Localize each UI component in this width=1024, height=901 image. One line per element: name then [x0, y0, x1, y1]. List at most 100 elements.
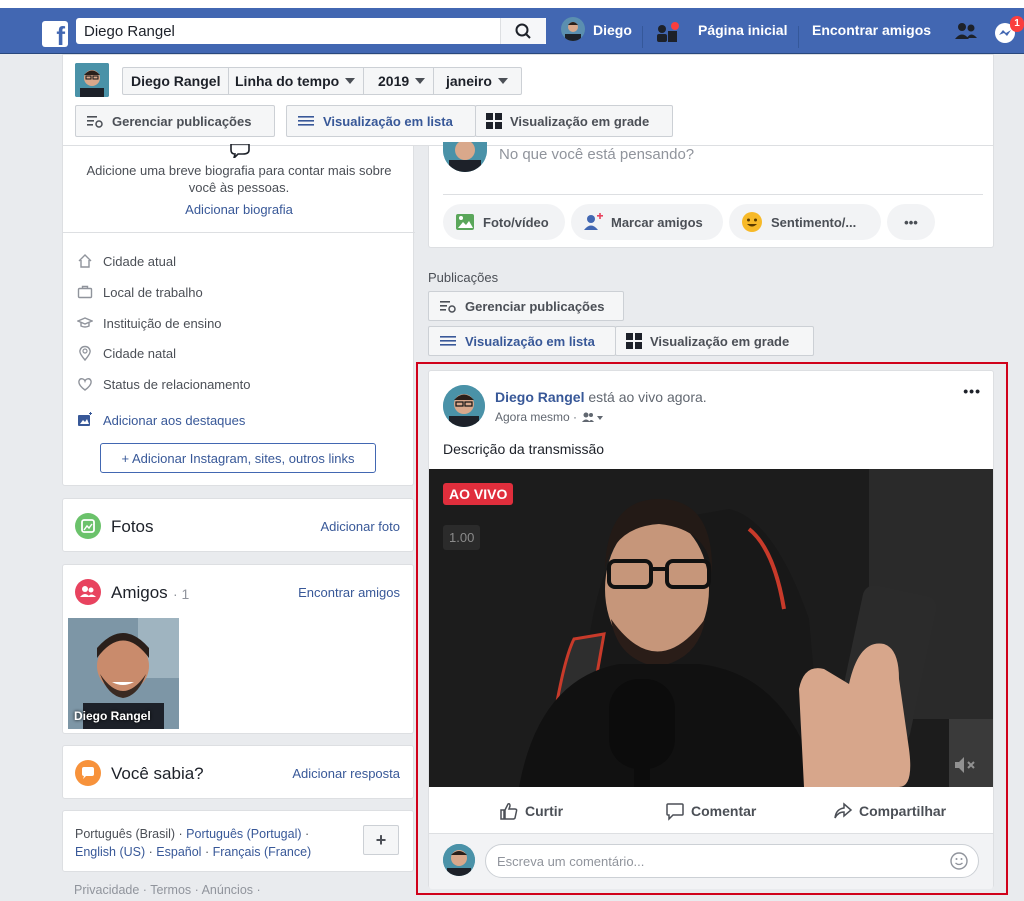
timeline-selector[interactable]: Linha do tempo	[227, 68, 365, 94]
commenter-avatar	[443, 844, 475, 876]
add-photo-link[interactable]: Adicionar foto	[321, 519, 401, 534]
profile-thumbnail[interactable]	[75, 63, 109, 97]
avatar-face-icon	[443, 142, 487, 172]
intro-card: Adicione uma breve biografia para contar…	[62, 144, 415, 486]
intro-school[interactable]: Instituição de ensino	[77, 315, 222, 331]
year-selector[interactable]: 2019	[370, 68, 435, 94]
nav-divider	[798, 26, 799, 48]
intro-divider	[63, 232, 415, 233]
intro-hometown[interactable]: Cidade natal	[77, 345, 176, 361]
friend-tile[interactable]: Diego Rangel	[68, 618, 179, 729]
playback-speed[interactable]: 1.00	[443, 525, 481, 550]
nav-user-name[interactable]: Diego	[593, 22, 632, 38]
messenger-badge: 1	[1010, 16, 1024, 32]
list-icon	[298, 116, 314, 126]
add-answer-link[interactable]: Adicionar resposta	[292, 766, 400, 781]
live-video-player[interactable]: AO VIVO 1.00	[429, 469, 993, 787]
composer-input[interactable]: No que você está pensando?	[499, 146, 694, 163]
language-link[interactable]: Español	[156, 845, 201, 859]
post-options-button[interactable]: •••	[963, 383, 981, 399]
search-button[interactable]	[500, 18, 546, 44]
language-link[interactable]: English (US)	[75, 845, 145, 859]
add-language-button[interactable]: +	[363, 825, 399, 855]
intro-workplace[interactable]: Local de trabalho	[77, 284, 203, 300]
friend-name: Diego Rangel	[74, 709, 151, 723]
tag-friends-button[interactable]: Marcar amigos	[571, 204, 723, 240]
month-selector[interactable]: janeiro	[438, 68, 516, 94]
post-status: está ao vivo agora.	[588, 389, 707, 405]
grid-view-button[interactable]: Visualização em grade	[475, 105, 673, 137]
composer-divider	[443, 194, 983, 195]
comment-input[interactable]: Escreva um comentário...	[485, 844, 979, 878]
post-description: Descrição da transmissão	[443, 441, 605, 457]
home-icon	[78, 254, 92, 268]
timeline-navigation: Diego Rangel Linha do tempo 2019 janeiro	[122, 67, 522, 95]
comment-icon	[666, 803, 684, 821]
list-icon	[440, 336, 456, 346]
intro-current-city[interactable]: Cidade atual	[77, 253, 176, 269]
friends-count: · 1	[173, 586, 190, 602]
nav-find-friends[interactable]: Encontrar amigos	[812, 22, 931, 38]
current-language: Português (Brasil) ·	[75, 827, 183, 841]
friends-card: Amigos · 1 Encontrar amigos Diego Rangel	[62, 564, 414, 734]
search-input[interactable]	[76, 18, 496, 44]
composer-avatar[interactable]	[443, 142, 487, 172]
avatar-face-icon	[443, 385, 485, 427]
language-list: Português (Brasil) · Português (Portugal…	[75, 827, 312, 859]
composer-more-button[interactable]: •••	[887, 204, 935, 240]
post-timestamp[interactable]: Agora mesmo ·	[495, 410, 577, 424]
audience-friends-icon[interactable]	[581, 411, 605, 423]
manage-posts-button[interactable]: Gerenciar publicações	[75, 105, 275, 137]
manage-posts-icon	[87, 116, 103, 128]
add-links-button[interactable]: + Adicionar Instagram, sites, outros lin…	[100, 443, 376, 473]
comment-button[interactable]: Comentar	[665, 801, 756, 821]
search-box[interactable]	[76, 18, 546, 44]
language-link[interactable]: Français (France)	[213, 845, 312, 859]
post-author-avatar[interactable]	[443, 385, 485, 427]
profile-photo-icon	[75, 63, 109, 97]
friends-icon	[75, 579, 101, 605]
top-navigation-bar: f Diego Página inicial Encontrar amigos …	[0, 8, 1024, 54]
post-author-link[interactable]: Diego Rangel	[495, 389, 584, 405]
did-you-know-card: Você sabia? Adicionar resposta	[62, 745, 414, 799]
thumbs-up-icon	[500, 803, 518, 820]
chevron-down-icon	[345, 78, 356, 84]
publications-label: Publicações	[428, 270, 499, 285]
find-friends-link[interactable]: Encontrar amigos	[298, 585, 400, 600]
profile-name-selector[interactable]: Diego Rangel	[123, 68, 230, 94]
photo-video-button[interactable]: Foto/vídeo	[443, 204, 565, 240]
facebook-logo[interactable]: f	[42, 21, 68, 49]
grid-icon	[486, 113, 502, 129]
did-you-know-title: Você sabia?	[111, 764, 204, 783]
manage-posts-button[interactable]: Gerenciar publicações	[428, 291, 624, 321]
emoji-icon[interactable]	[950, 852, 968, 870]
live-post: Diego Rangel está ao vivo agora. Agora m…	[428, 370, 994, 889]
manage-posts-icon	[440, 301, 456, 313]
language-link[interactable]: Português (Portugal)	[186, 827, 301, 841]
volume-muted-icon[interactable]	[953, 755, 977, 775]
add-highlights-link[interactable]: Adicionar aos destaques	[77, 412, 245, 428]
comment-section: Escreva um comentário...	[429, 833, 993, 889]
feeling-button[interactable]: Sentimento/...	[729, 204, 881, 240]
add-bio-link[interactable]: Adicionar biografia	[83, 202, 395, 217]
profile-header-bar: Diego Rangel Linha do tempo 2019 janeiro…	[62, 54, 994, 146]
nav-home[interactable]: Página inicial	[698, 22, 787, 38]
speech-bubble-icon	[75, 760, 101, 786]
intro-relationship[interactable]: Status de relacionamento	[77, 376, 250, 392]
share-button[interactable]: Compartilhar	[833, 801, 946, 821]
grid-view-button[interactable]: Visualização em grade	[615, 326, 814, 356]
like-button[interactable]: Curtir	[499, 801, 563, 821]
graduation-cap-icon	[77, 317, 93, 328]
friend-requests-icon[interactable]	[954, 21, 978, 43]
list-view-button[interactable]: Visualização em lista	[428, 326, 616, 356]
grid-icon	[626, 333, 642, 349]
photo-icon	[456, 214, 474, 230]
photos-card: Fotos Adicionar foto	[62, 498, 414, 552]
footer-links[interactable]: Privacidade · Termos · Anúncios ·	[74, 883, 261, 897]
share-icon	[834, 802, 853, 819]
create-icon[interactable]	[654, 22, 680, 46]
chevron-down-icon	[415, 78, 426, 84]
nav-user-avatar[interactable]	[561, 17, 585, 41]
list-view-button[interactable]: Visualização em lista	[286, 105, 476, 137]
bio-prompt: Adicione uma breve biografia para contar…	[86, 163, 392, 195]
